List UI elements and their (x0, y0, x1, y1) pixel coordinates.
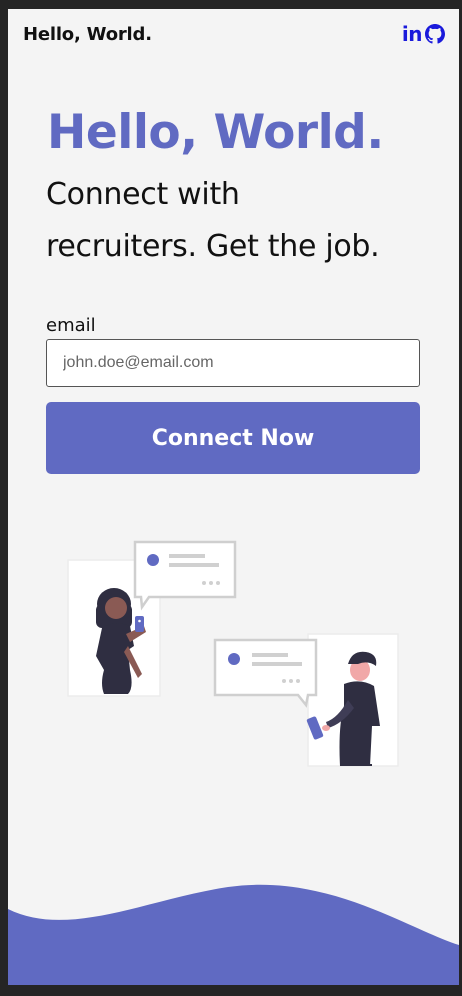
email-field[interactable] (46, 339, 420, 387)
email-label: email (46, 315, 96, 336)
landing-page: Hello, World. in Hello, World. Connect w… (8, 9, 459, 985)
right-speech-bubble (213, 638, 318, 708)
github-icon[interactable] (425, 24, 445, 44)
left-speech-bubble (133, 540, 237, 611)
hero-subtitle-line-2: recruiters. Get the job. (46, 229, 380, 264)
social-links: in (402, 23, 445, 45)
hero-subtitle: Connect with recruiters. Get the job. (46, 169, 446, 273)
chat-illustration (67, 540, 399, 767)
bottom-wave-decoration (8, 884, 459, 985)
brand-logo-text[interactable]: Hello, World. (23, 24, 152, 45)
connect-now-button[interactable]: Connect Now (46, 402, 420, 474)
linkedin-icon[interactable]: in (402, 23, 423, 45)
hero-title: Hello, World. (47, 105, 384, 160)
hero-subtitle-line-1: Connect with (46, 177, 240, 212)
